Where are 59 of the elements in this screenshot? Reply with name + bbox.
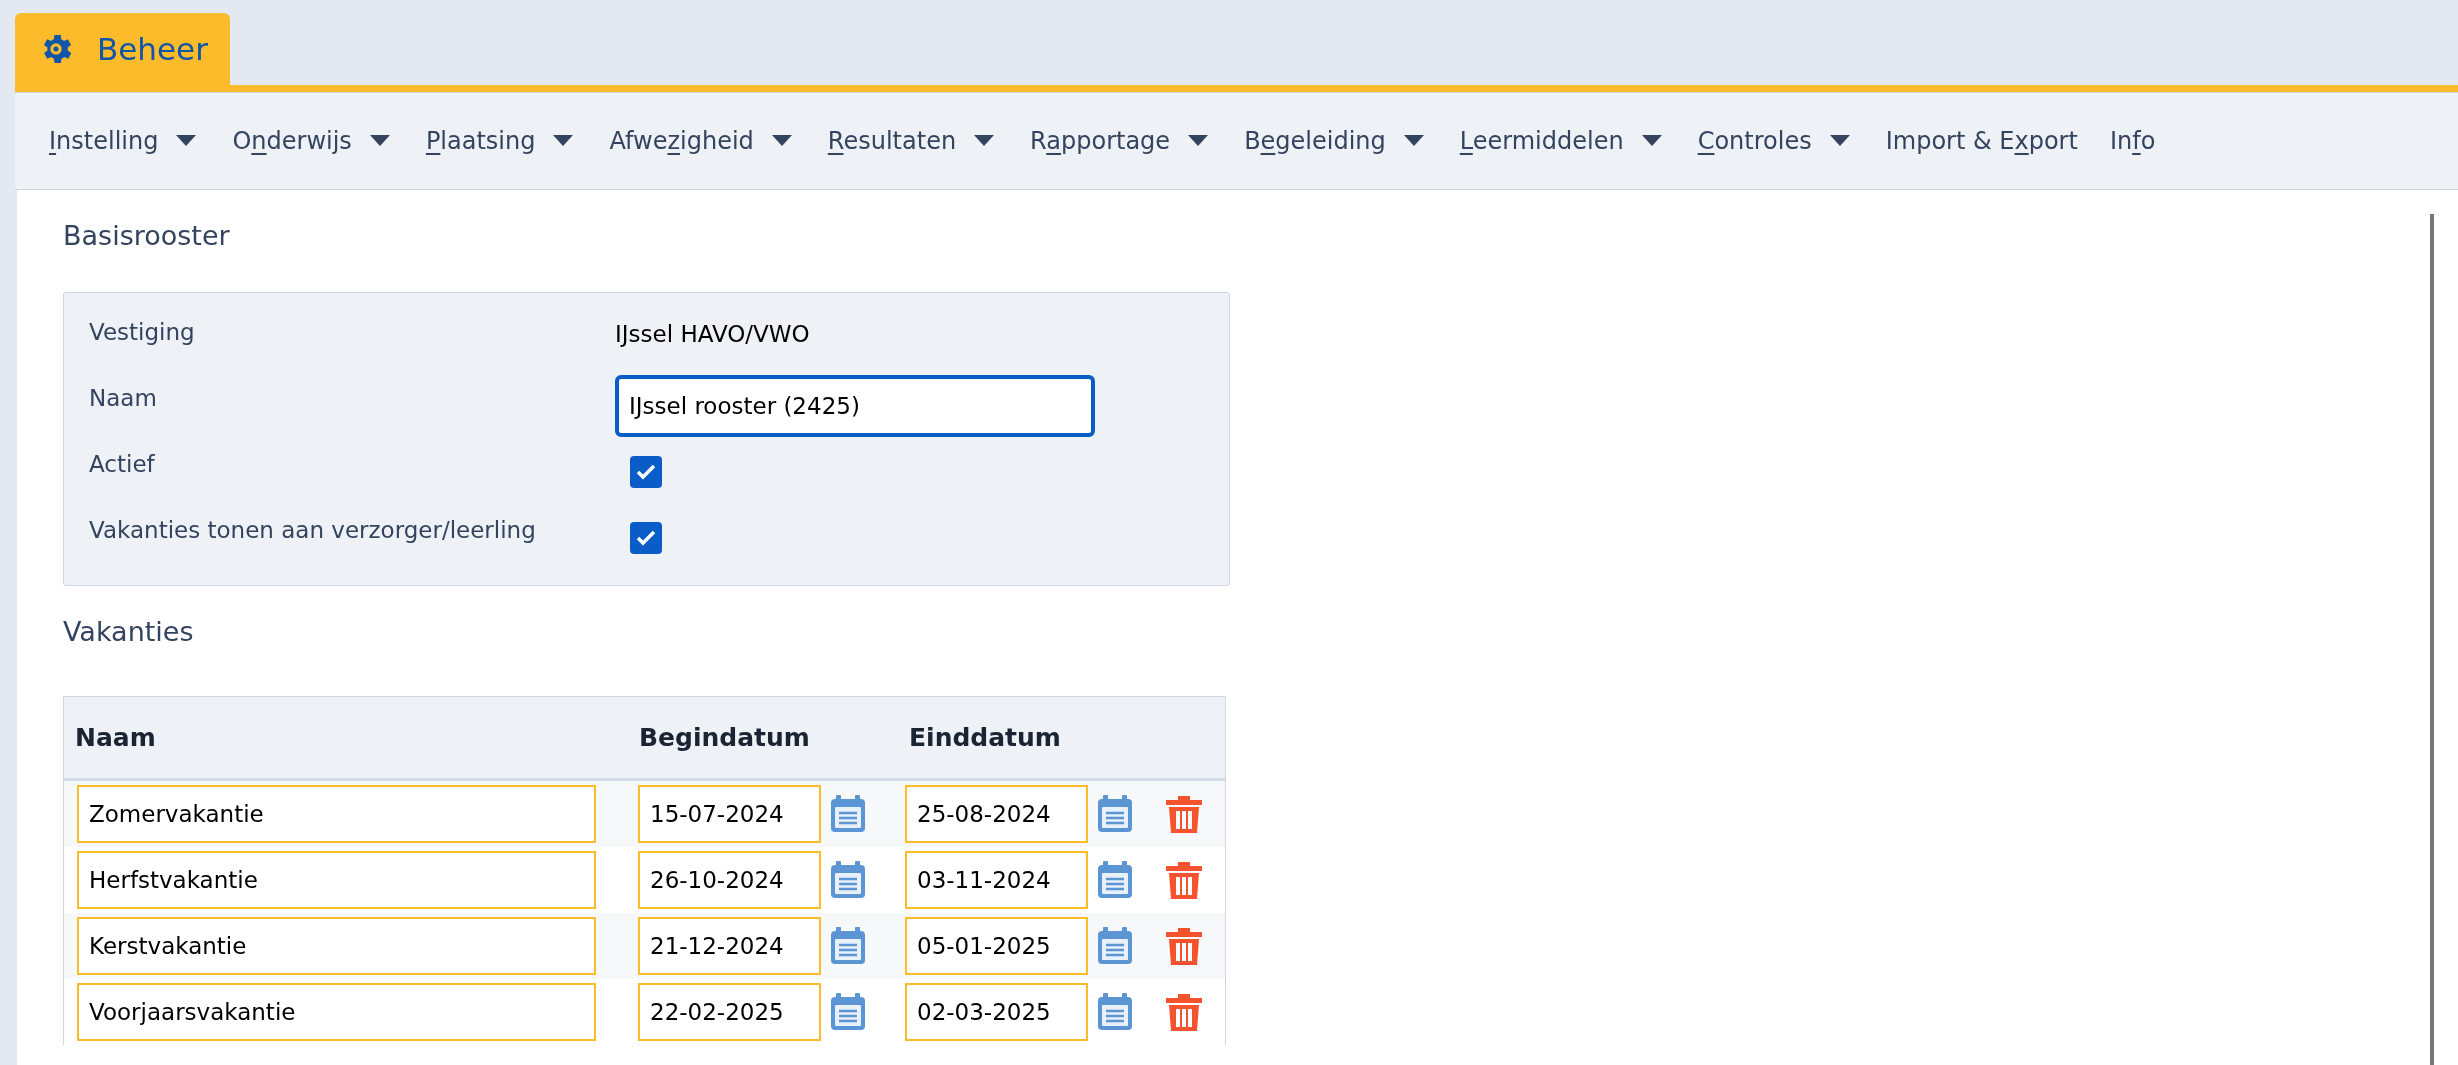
input-field[interactable]: Kerstvakantie xyxy=(77,917,596,975)
trash-icon[interactable] xyxy=(1164,860,1204,900)
input-field[interactable]: Herfstvakantie xyxy=(77,851,596,909)
caret-icon xyxy=(1829,135,1850,147)
menu-item[interactable]: Rapportage xyxy=(1020,111,1223,171)
menu-item[interactable]: Leermiddelen xyxy=(1449,111,1676,171)
calendar-icon[interactable] xyxy=(829,992,867,1032)
field-value: IJssel HAVO/VWO xyxy=(615,320,810,349)
input-field[interactable]: 22-02-2025 xyxy=(638,983,821,1041)
input-field[interactable]: 21-12-2024 xyxy=(638,917,821,975)
section-heading: Vakanties xyxy=(63,614,195,649)
input-field[interactable]: Zomervakantie xyxy=(77,785,596,843)
column-header: Begindatum xyxy=(639,722,810,752)
input-field[interactable]: 25-08-2024 xyxy=(905,785,1088,843)
menu-item[interactable]: Instelling xyxy=(39,111,211,171)
menu-item[interactable]: Info xyxy=(2099,111,2166,171)
caret-icon xyxy=(974,135,995,147)
caret-icon xyxy=(771,135,792,147)
input-field[interactable]: 15-07-2024 xyxy=(638,785,821,843)
caret-icon xyxy=(1188,135,1209,147)
column-header: Einddatum xyxy=(909,722,1061,752)
input-field[interactable]: Voorjaarsvakantie xyxy=(77,983,596,1041)
input-field[interactable]: 03-11-2024 xyxy=(905,851,1088,909)
checkbox[interactable] xyxy=(630,456,662,488)
menu-item[interactable]: Controles xyxy=(1687,111,1864,171)
calendar-icon[interactable] xyxy=(1096,794,1134,834)
caret-icon xyxy=(553,135,574,147)
trash-icon[interactable] xyxy=(1164,926,1204,966)
calendar-icon[interactable] xyxy=(1096,926,1134,966)
field-label: Naam xyxy=(89,384,158,413)
caret-icon xyxy=(369,135,390,147)
menu-item[interactable]: Afwezigheid xyxy=(599,111,806,171)
field-label: Vestiging xyxy=(89,318,196,347)
input-field[interactable]: IJssel rooster (2425) xyxy=(615,375,1095,437)
calendar-icon[interactable] xyxy=(1096,860,1134,900)
checkbox[interactable] xyxy=(630,522,662,554)
app-tab[interactable]: Beheer xyxy=(15,13,230,85)
trash-icon[interactable] xyxy=(1164,992,1204,1032)
calendar-icon[interactable] xyxy=(829,794,867,834)
calendar-icon[interactable] xyxy=(829,860,867,900)
column-header: Naam xyxy=(75,722,156,752)
menu-item[interactable]: Resultaten xyxy=(817,111,1009,171)
menu-item[interactable]: Import & Export xyxy=(1875,111,2088,171)
menu-item[interactable]: Begeleiding xyxy=(1234,111,1438,171)
input-field[interactable]: 02-03-2025 xyxy=(905,983,1088,1041)
input-field[interactable]: 05-01-2025 xyxy=(905,917,1088,975)
trash-icon[interactable] xyxy=(1164,794,1204,834)
caret-icon xyxy=(1403,135,1424,147)
caret-icon xyxy=(1641,135,1662,147)
section-heading: Basisrooster xyxy=(63,218,231,253)
scrollbar[interactable] xyxy=(2430,214,2434,1065)
input-field[interactable]: 26-10-2024 xyxy=(638,851,821,909)
menu-item[interactable]: Onderwijs xyxy=(222,111,404,171)
caret-icon xyxy=(176,135,197,147)
menu-item[interactable]: Plaatsing xyxy=(415,111,588,171)
field-label: Actief xyxy=(89,450,156,479)
calendar-icon[interactable] xyxy=(829,926,867,966)
field-label: Vakanties tonen aan verzorger/leerling xyxy=(89,516,537,545)
calendar-icon[interactable] xyxy=(1096,992,1134,1032)
